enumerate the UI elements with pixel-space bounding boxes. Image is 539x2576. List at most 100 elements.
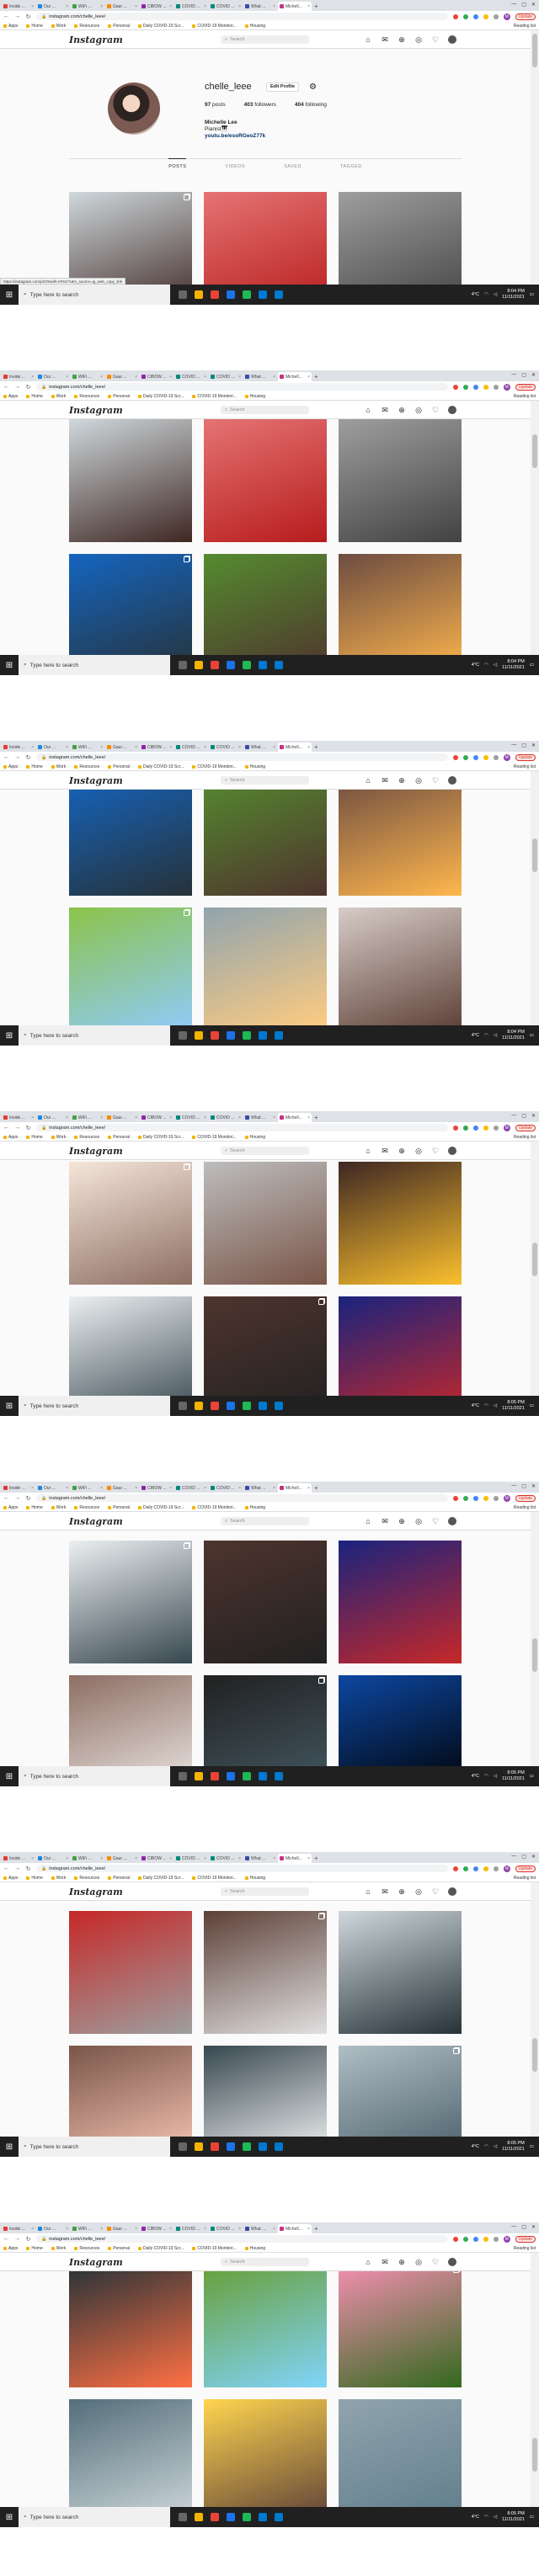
bookmark-item[interactable]: Daily COVID-19 Scr...	[137, 2246, 184, 2251]
explore-icon[interactable]: ◎	[414, 776, 423, 785]
wifi-icon[interactable]: ◠	[484, 1033, 488, 1038]
close-tab-icon[interactable]: ×	[135, 1856, 137, 1861]
profile-avatar[interactable]: M	[503, 2235, 510, 2243]
browser-tab[interactable]: What ... ×	[243, 2, 277, 11]
file-explorer-icon[interactable]	[195, 1031, 203, 1040]
url-input[interactable]: 🔒 instagram.com/chelle_leee/	[36, 753, 448, 761]
close-tab-icon[interactable]: ×	[135, 1115, 137, 1120]
activity-heart-icon[interactable]: ♡	[431, 1147, 440, 1155]
activity-heart-icon[interactable]: ♡	[431, 1887, 440, 1896]
minimize-icon[interactable]: —	[511, 1854, 516, 1860]
browser-tab[interactable]: Michell... ×	[278, 372, 312, 381]
browser-tab[interactable]: Our ... ×	[36, 2, 70, 11]
instagram-logo[interactable]: Instagram	[69, 775, 123, 786]
extension-icon[interactable]	[493, 13, 499, 19]
close-tab-icon[interactable]: ×	[31, 1856, 34, 1861]
edge-icon[interactable]	[259, 2142, 267, 2151]
url-input[interactable]: 🔒 instagram.com/chelle_leee/	[36, 1494, 448, 1502]
reload-icon[interactable]: ↻	[25, 1125, 31, 1131]
close-tab-icon[interactable]: ×	[307, 1486, 310, 1491]
file-explorer-icon[interactable]	[195, 2513, 203, 2521]
forward-icon[interactable]: →	[14, 1865, 20, 1871]
browser-tab[interactable]: Michell... ×	[278, 742, 312, 752]
extension-icon[interactable]	[462, 1125, 468, 1131]
messenger-icon[interactable]: ✉	[381, 406, 389, 414]
update-button[interactable]: Update	[515, 1124, 536, 1131]
messenger-icon[interactable]: ✉	[381, 2258, 389, 2266]
volume-icon[interactable]: ◁	[494, 292, 497, 297]
extension-icon[interactable]	[483, 1125, 488, 1131]
scrollbar-thumb[interactable]	[532, 1638, 537, 1672]
reading-list-button[interactable]: Reading list	[514, 1505, 536, 1510]
close-tab-icon[interactable]: ×	[169, 1856, 172, 1861]
gear-icon[interactable]: ⚙	[309, 82, 317, 92]
instagram-avatar[interactable]	[448, 406, 456, 414]
profile-avatar[interactable]: M	[503, 13, 510, 20]
tab-posts[interactable]: POSTS	[168, 158, 187, 169]
vscode-icon[interactable]	[275, 2513, 283, 2521]
browser-tab[interactable]: COVID ... ×	[174, 1483, 208, 1493]
browser-tab[interactable]: Inside ... ×	[2, 742, 35, 752]
extension-icon[interactable]	[462, 13, 468, 19]
task-view-icon[interactable]	[179, 2513, 187, 2521]
close-tab-icon[interactable]: ×	[307, 375, 310, 380]
maximize-icon[interactable]: ▢	[521, 742, 526, 748]
close-tab-icon[interactable]: ×	[100, 1486, 103, 1491]
close-tab-icon[interactable]: ×	[100, 2227, 103, 2232]
task-view-icon[interactable]	[179, 1031, 187, 1040]
instagram-logo[interactable]: Instagram	[69, 405, 123, 416]
bookmark-item[interactable]: Housing	[244, 2246, 265, 2251]
instagram-logo[interactable]: Instagram	[69, 1516, 123, 1527]
close-tab-icon[interactable]: ×	[135, 2227, 137, 2232]
new-tab-button[interactable]: +	[314, 372, 318, 381]
extension-icon[interactable]	[472, 754, 478, 760]
new-post-icon[interactable]: ⊕	[398, 35, 406, 44]
browser-tab[interactable]: COVID ... ×	[209, 1483, 243, 1493]
bookmark-item[interactable]: Daily COVID-19 Scr...	[137, 394, 184, 399]
bookmark-item[interactable]: Apps	[3, 1135, 18, 1140]
reading-list-button[interactable]: Reading list	[514, 764, 536, 769]
weather-text[interactable]: 4°C	[472, 1403, 479, 1408]
close-tab-icon[interactable]: ×	[238, 1486, 241, 1491]
home-icon[interactable]: ⌂	[364, 776, 372, 785]
browser-tab[interactable]: What ... ×	[243, 1113, 277, 1122]
close-tab-icon[interactable]: ×	[204, 2227, 206, 2232]
mail-icon[interactable]	[227, 661, 235, 669]
post-thumbnail[interactable]	[204, 2399, 327, 2507]
bookmark-item[interactable]: Daily COVID-19 Scr...	[137, 24, 184, 29]
close-tab-icon[interactable]: ×	[238, 1115, 241, 1120]
extension-icon[interactable]	[493, 754, 499, 760]
taskbar-search-input[interactable]: ⌕ Type here to search	[19, 2507, 170, 2527]
post-thumbnail[interactable]	[339, 2271, 462, 2387]
profile-avatar[interactable]: M	[503, 1124, 510, 1131]
bookmark-item[interactable]: COVID-19 Monitori...	[192, 764, 237, 769]
browser-tab[interactable]: Our ... ×	[36, 372, 70, 381]
browser-tab[interactable]: CIBOW ... ×	[140, 2224, 173, 2233]
browser-tab[interactable]: Gaur ... ×	[105, 1483, 139, 1493]
close-tab-icon[interactable]: ×	[66, 1486, 68, 1491]
windows-start-icon[interactable]: ⊞	[0, 290, 19, 300]
edge-icon[interactable]	[259, 1402, 267, 1410]
scrollbar-thumb[interactable]	[532, 838, 537, 872]
close-tab-icon[interactable]: ×	[169, 1115, 172, 1120]
bookmark-item[interactable]: COVID-19 Monitori...	[192, 1505, 237, 1510]
spotify-icon[interactable]	[243, 2142, 251, 2151]
forward-icon[interactable]: →	[14, 1125, 20, 1131]
bookmark-item[interactable]: Apps	[3, 24, 18, 29]
browser-tab[interactable]: Gaur ... ×	[105, 372, 139, 381]
explore-icon[interactable]: ◎	[414, 1147, 423, 1155]
mail-icon[interactable]	[227, 2513, 235, 2521]
new-tab-button[interactable]: +	[314, 1854, 318, 1863]
close-tab-icon[interactable]: ×	[169, 2227, 172, 2232]
browser-tab[interactable]: CIBOW ... ×	[140, 742, 173, 752]
post-thumbnail[interactable]	[69, 907, 192, 1025]
vscode-icon[interactable]	[275, 290, 283, 299]
post-thumbnail[interactable]	[69, 192, 192, 285]
url-input[interactable]: 🔒 instagram.com/chelle_leee/	[36, 1865, 448, 1872]
reading-list-button[interactable]: Reading list	[514, 1876, 536, 1881]
bookmark-item[interactable]: Work	[51, 24, 66, 29]
vscode-icon[interactable]	[275, 1402, 283, 1410]
scrollbar-thumb[interactable]	[532, 434, 537, 468]
bookmark-item[interactable]: Personal	[108, 24, 130, 29]
url-input[interactable]: 🔒 instagram.com/chelle_leee/	[36, 383, 448, 391]
